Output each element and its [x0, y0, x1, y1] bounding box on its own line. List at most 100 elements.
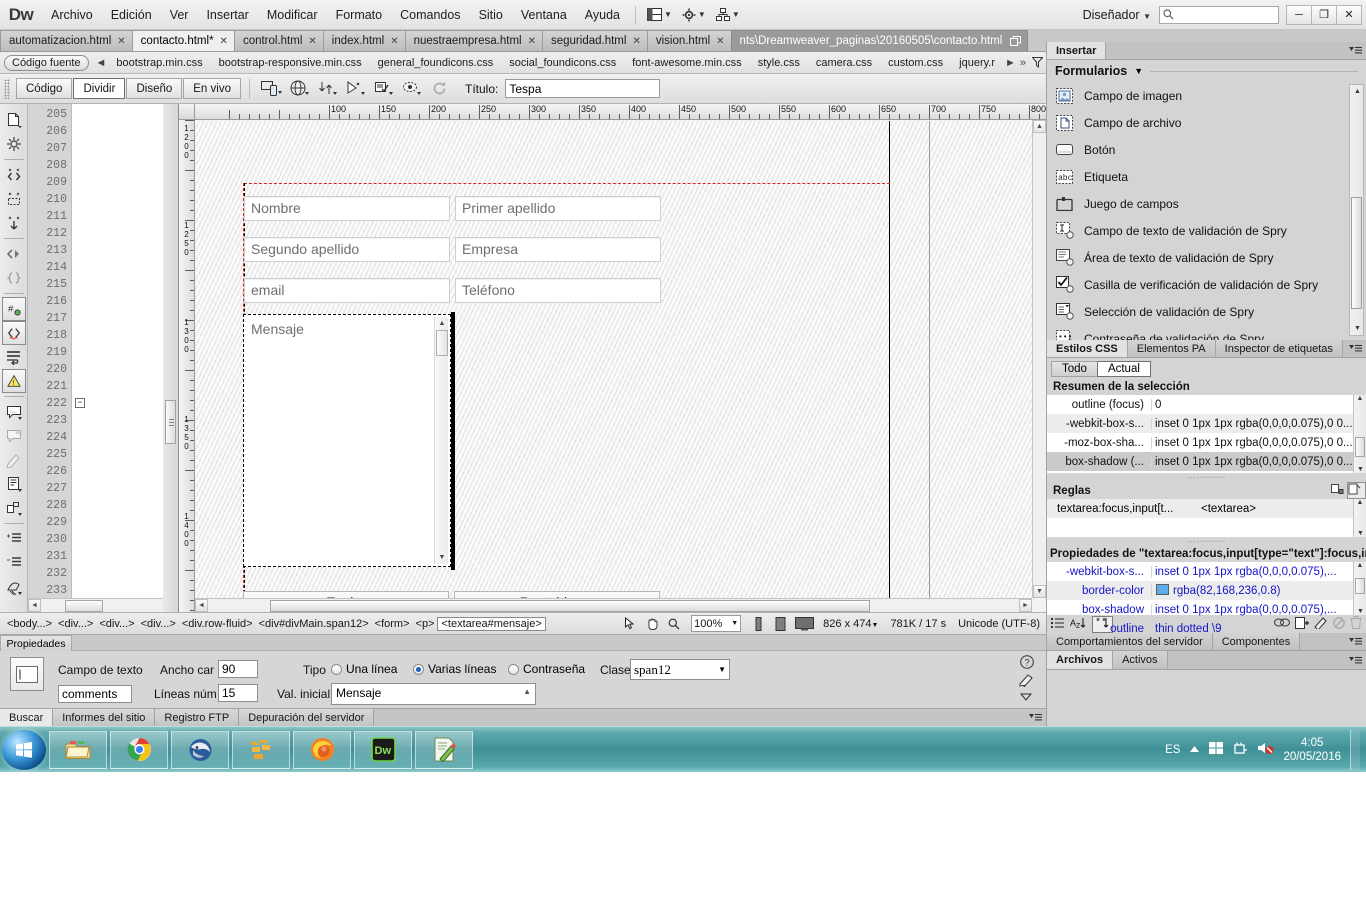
input-nombre[interactable]: Nombre [244, 196, 450, 221]
tablet-size-icon[interactable] [769, 615, 791, 633]
css-prop-row[interactable]: border-color rgba(82,168,236,0.8) [1047, 581, 1366, 600]
related-file-style[interactable]: style.css [750, 57, 808, 69]
input-primer-apellido[interactable]: Primer apellido [455, 196, 661, 221]
tab-estilos-css[interactable]: Estilos CSS [1047, 340, 1128, 357]
taskbar-filezilla[interactable] [232, 730, 290, 769]
tab-inspector-de-etiquetas[interactable]: Inspector de etiquetas [1215, 340, 1343, 357]
source-code-button[interactable]: Código fuente [4, 54, 89, 71]
scroll-down-icon[interactable]: ▼ [435, 551, 449, 564]
open-documents-icon[interactable] [2, 108, 26, 132]
insert-list-scrollbar[interactable]: ▲ ▼ [1349, 84, 1364, 336]
summary-row[interactable]: outline (focus) 0 [1047, 395, 1366, 414]
menu-ver[interactable]: Ver [161, 4, 198, 26]
related-file-font-awesome[interactable]: font-awesome.min.css [624, 57, 749, 69]
visual-aids-icon[interactable] [399, 78, 425, 100]
workspace-switcher[interactable]: Diseñador ▼ [1083, 8, 1153, 22]
safely-remove-hardware-icon[interactable] [1233, 741, 1248, 758]
scroll-left-icon[interactable]: ◄ [94, 57, 109, 69]
close-icon[interactable]: ✕ [632, 36, 640, 47]
related-file-general-foundicons[interactable]: general_foundicons.css [370, 57, 502, 69]
scroll-up-icon[interactable]: ▲ [523, 687, 531, 696]
class-select[interactable]: span12 ▼ [630, 659, 730, 680]
tag-div-1[interactable]: <div...> [55, 618, 96, 630]
show-desktop-button[interactable] [1350, 729, 1360, 770]
multiscreen-preview-icon[interactable] [259, 78, 285, 100]
menu-archivo[interactable]: Archivo [42, 4, 102, 26]
rule-row[interactable]: textarea:focus,input[t... <textarea> [1047, 499, 1366, 518]
close-icon[interactable]: ✕ [528, 36, 536, 47]
color-swatch[interactable] [1156, 584, 1169, 595]
scrollbar-thumb[interactable] [65, 599, 103, 612]
code-view-pane[interactable]: 205 206 207 208 209 210 211 212 213 214 215 216 217 2… [28, 104, 178, 612]
doc-tab-seguridad[interactable]: seguridad.html ✕ [542, 30, 648, 51]
tab-elementos-pa[interactable]: Elementos PA [1127, 340, 1216, 357]
scroll-left-icon[interactable]: ◄ [28, 599, 41, 612]
css-prop-row[interactable]: outline thin dotted \9 [1047, 619, 1366, 638]
code-navigator-icon[interactable] [343, 78, 369, 100]
initial-value-textarea[interactable]: Mensaje ▲ [331, 683, 536, 705]
design-vertical-scrollbar[interactable]: ▲ ▼ [1032, 120, 1046, 598]
mobile-size-icon[interactable] [747, 615, 769, 633]
radio-una-linea[interactable]: Una línea [331, 662, 397, 676]
start-button[interactable] [2, 729, 46, 770]
textarea-inner[interactable]: Mensaje ▲ ▼ [245, 316, 449, 565]
clock[interactable]: 4:05 20/05/2016 [1283, 736, 1341, 764]
site-management-button[interactable]: ▼ [711, 5, 745, 24]
related-file-social-foundicons[interactable]: social_foundicons.css [501, 57, 624, 69]
code-fold-toggle[interactable]: − [75, 398, 85, 408]
close-icon[interactable]: ✕ [220, 36, 228, 47]
scroll-up-icon[interactable]: ▲ [1352, 86, 1363, 97]
insert-item-spry-area-de-texto[interactable]: Área de texto de validación de Spry [1047, 244, 1366, 271]
preview-in-browser-icon[interactable] [287, 78, 313, 100]
menu-sitio[interactable]: Sitio [470, 4, 512, 26]
line-numbers-icon[interactable]: # [1, 297, 26, 321]
select-tool-icon[interactable] [619, 615, 641, 633]
pane-splitter[interactable] [163, 104, 178, 612]
panel-options-icon[interactable] [1026, 709, 1046, 726]
summary-row-selected[interactable]: box-shadow (... inset 0 1px 1px rgba(0,0… [1047, 452, 1366, 471]
toolbar-grip[interactable] [4, 78, 10, 99]
layout-view-button[interactable]: ▼ [642, 5, 677, 24]
css-prop-row[interactable]: box-shadow inset 0 1px 1px rgba(0,0,0,0.… [1047, 600, 1366, 619]
panel-options-icon[interactable] [1346, 651, 1366, 669]
move-or-convert-css-icon[interactable] [2, 496, 26, 520]
apply-comment-icon[interactable]: ... [2, 400, 26, 424]
close-icon[interactable]: ✕ [117, 36, 125, 47]
expand-all-icon[interactable] [2, 211, 26, 235]
input-segundo-apellido[interactable]: Segundo apellido [244, 237, 450, 262]
design-horizontal-scrollbar[interactable]: ◄ ► [195, 598, 1032, 612]
search-input[interactable] [1159, 5, 1279, 24]
close-icon[interactable]: ✕ [390, 36, 398, 47]
scroll-up-icon[interactable]: ▲ [1354, 562, 1366, 569]
tag-div-2[interactable]: <div...> [96, 618, 137, 630]
tab-informes-del-sitio[interactable]: Informes del sitio [53, 709, 156, 726]
insert-item-campo-de-archivo[interactable]: Campo de archivo [1047, 109, 1366, 136]
word-wrap-icon[interactable] [2, 345, 26, 369]
tab-buscar[interactable]: Buscar [0, 709, 54, 726]
doc-tab-nuestraempresa[interactable]: nuestraempresa.html ✕ [404, 30, 543, 51]
show-hidden-icons-icon[interactable] [1189, 743, 1200, 757]
panel-options-icon[interactable] [1346, 42, 1366, 59]
scroll-down-icon[interactable]: ▼ [1352, 323, 1363, 334]
ruler-origin[interactable] [179, 104, 195, 120]
taskbar-file-explorer[interactable] [49, 730, 107, 769]
panel-resize-handle[interactable]: ⋯⋯⋯⋯ [1047, 473, 1366, 482]
insert-item-spry-campo-de-texto[interactable]: Campo de texto de validación de Spry [1047, 217, 1366, 244]
zoom-tool-icon[interactable] [663, 615, 685, 633]
page-title-input[interactable] [505, 79, 661, 98]
css-prop-row[interactable]: -webkit-box-s... inset 0 1px 1px rgba(0,… [1047, 562, 1366, 581]
scroll-up-icon[interactable]: ▲ [1354, 499, 1366, 506]
view-code-button[interactable]: Código [16, 78, 73, 99]
help-icon[interactable]: ? [1020, 655, 1034, 672]
scroll-down-icon[interactable]: ▼ [1354, 530, 1366, 537]
scrollbar-thumb[interactable] [270, 599, 870, 612]
tab-activos[interactable]: Activos [1113, 651, 1168, 669]
char-width-input[interactable] [218, 660, 258, 678]
quick-tag-editor-icon[interactable] [1019, 673, 1034, 690]
radio-varias-lineas[interactable]: Varias líneas [413, 662, 496, 676]
radio-button[interactable] [413, 663, 424, 675]
outdent-code-icon[interactable] [2, 551, 26, 575]
file-management-icon[interactable] [315, 78, 341, 100]
scroll-down-icon[interactable]: ▼ [1354, 466, 1366, 473]
related-file-bootstrap-responsive[interactable]: bootstrap-responsive.min.css [211, 57, 370, 69]
